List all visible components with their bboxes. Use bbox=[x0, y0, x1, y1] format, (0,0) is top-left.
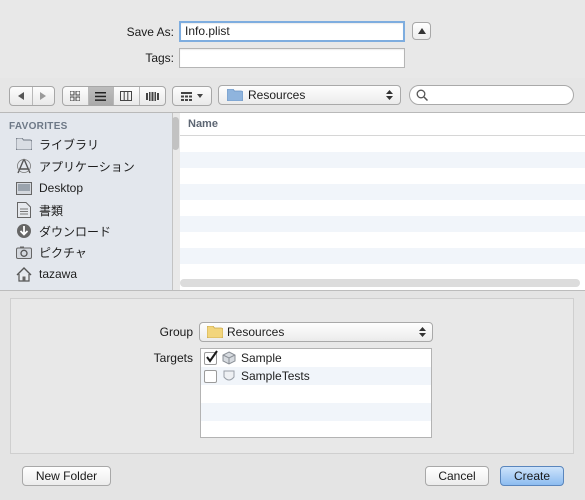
target-row[interactable]: Sample bbox=[201, 349, 431, 367]
documents-icon bbox=[16, 202, 32, 218]
create-button[interactable]: Create bbox=[500, 466, 564, 486]
targets-label: Targets bbox=[153, 351, 193, 365]
new-folder-button[interactable]: New Folder bbox=[22, 466, 111, 486]
targets-list: Sample SampleTests bbox=[200, 348, 432, 438]
sidebar-item-applications[interactable]: アプリケーション bbox=[16, 156, 135, 176]
icon-view-icon bbox=[70, 91, 81, 101]
tags-label: Tags: bbox=[145, 51, 174, 65]
folder-icon bbox=[227, 89, 243, 101]
sidebar-item-label: ライブラリ bbox=[39, 137, 100, 152]
target-row[interactable]: SampleTests bbox=[201, 367, 431, 385]
list-row-stripe bbox=[180, 216, 585, 232]
group-popup[interactable]: Resources bbox=[199, 322, 433, 342]
location-label: Resources bbox=[248, 88, 306, 102]
list-view-icon bbox=[95, 91, 107, 101]
updown-arrows-icon bbox=[419, 327, 426, 337]
sidebar-item-library[interactable]: ライブラリ bbox=[16, 134, 99, 154]
nav-buttons bbox=[9, 86, 55, 106]
location-popup[interactable]: Resources bbox=[218, 85, 401, 105]
save-as-label: Save As: bbox=[126, 25, 174, 39]
tags-input[interactable] bbox=[179, 48, 405, 68]
icon-view-button[interactable] bbox=[63, 87, 89, 105]
save-as-input[interactable]: Info.plist bbox=[179, 21, 405, 42]
list-row-stripe bbox=[180, 184, 585, 200]
target-checkbox[interactable] bbox=[204, 370, 217, 383]
collapse-toggle-button[interactable] bbox=[412, 22, 431, 40]
app-target-icon bbox=[222, 351, 236, 365]
sidebar: FAVORITES ライブラリ アプリケーション Desktop 書類 ダウンロ… bbox=[0, 113, 173, 290]
coverflow-view-button[interactable] bbox=[140, 87, 165, 105]
back-button[interactable] bbox=[10, 87, 33, 105]
folder-icon bbox=[16, 136, 32, 152]
name-column-header[interactable]: Name bbox=[180, 113, 585, 136]
list-row-stripe bbox=[180, 248, 585, 264]
checkmark-icon bbox=[206, 350, 218, 363]
arrange-menu-content bbox=[173, 87, 211, 105]
pictures-icon bbox=[16, 244, 32, 260]
column-view-icon bbox=[120, 91, 133, 101]
test-target-icon bbox=[223, 370, 235, 381]
desktop-icon bbox=[16, 180, 32, 196]
sidebar-item-documents[interactable]: 書類 bbox=[16, 200, 63, 220]
horizontal-scrollbar[interactable] bbox=[180, 279, 580, 287]
coverflow-view-icon bbox=[145, 91, 159, 101]
search-icon bbox=[416, 89, 428, 101]
name-column-label: Name bbox=[188, 118, 218, 130]
triangle-up-icon bbox=[417, 28, 426, 34]
arrange-grid-icon bbox=[181, 91, 192, 101]
search-field[interactable] bbox=[409, 85, 574, 105]
downloads-icon bbox=[16, 223, 32, 239]
file-list[interactable]: Name bbox=[180, 113, 585, 290]
column-view-button[interactable] bbox=[114, 87, 140, 105]
target-name: Sample bbox=[241, 351, 282, 365]
sidebar-item-downloads[interactable]: ダウンロード bbox=[16, 221, 111, 241]
group-value: Resources bbox=[227, 325, 285, 339]
applications-icon bbox=[16, 158, 32, 174]
sidebar-item-pictures[interactable]: ピクチャ bbox=[16, 242, 87, 262]
forward-arrow-icon bbox=[40, 92, 47, 100]
view-mode-selector bbox=[62, 86, 166, 106]
sidebar-item-label: ダウンロード bbox=[39, 224, 112, 239]
sidebar-scrollbar[interactable] bbox=[172, 117, 179, 150]
sidebar-item-label: ピクチャ bbox=[39, 245, 87, 260]
forward-button[interactable] bbox=[33, 87, 55, 105]
sidebar-item-label: Desktop bbox=[39, 181, 84, 195]
sidebar-item-desktop[interactable]: Desktop bbox=[16, 178, 83, 198]
list-row-stripe bbox=[180, 152, 585, 168]
targets-row-stripe bbox=[201, 403, 431, 421]
folder-icon bbox=[207, 326, 223, 338]
arrange-menu-button[interactable] bbox=[172, 86, 212, 106]
list-view-button[interactable] bbox=[88, 87, 114, 105]
target-checkbox[interactable] bbox=[204, 350, 218, 365]
chevron-down-icon bbox=[197, 94, 203, 98]
sidebar-item-label: 書類 bbox=[39, 203, 64, 218]
updown-arrows-icon bbox=[386, 90, 393, 100]
favorites-heading: FAVORITES bbox=[9, 121, 68, 132]
sidebar-item-home[interactable]: tazawa bbox=[16, 264, 77, 284]
back-arrow-icon bbox=[17, 92, 24, 100]
group-label: Group bbox=[159, 325, 193, 339]
sidebar-item-label: tazawa bbox=[39, 267, 78, 281]
cancel-button[interactable]: Cancel bbox=[425, 466, 489, 486]
home-icon bbox=[16, 266, 32, 282]
target-name: SampleTests bbox=[241, 369, 310, 383]
sidebar-item-label: アプリケーション bbox=[39, 159, 135, 174]
